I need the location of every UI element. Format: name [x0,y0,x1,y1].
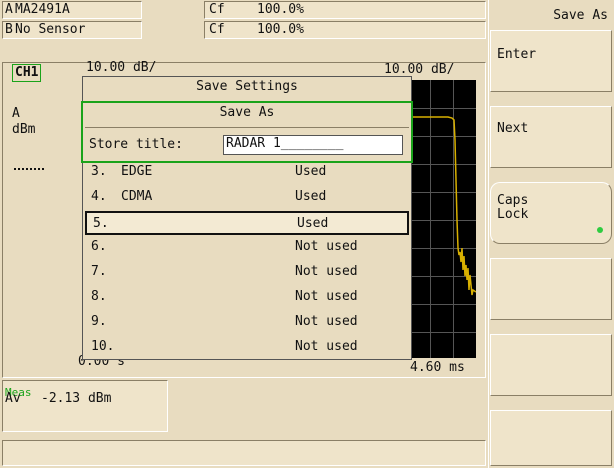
list-item-number: 9. [91,314,107,329]
list-item-name: CDMA [121,189,153,204]
status-bar [2,440,486,466]
save-settings-dialog: Save Settings Save As Store title: RADAR… [81,76,413,360]
sensor-a-letter: A [5,2,13,17]
sensor-b-cell: B No Sensor [2,21,142,39]
enter-softkey[interactable]: Enter [490,30,612,92]
softkey-4[interactable] [490,258,612,320]
list-item[interactable]: 4. CDMA Used [85,186,409,210]
list-item-status: Used [295,189,327,204]
sensor-b-cf-label: Cf [209,22,225,37]
list-item[interactable]: 5. Used [85,211,409,235]
list-item-number: 10. [91,339,115,354]
sensor-b-letter: B [5,22,13,37]
power-trace [408,116,476,296]
sensor-a-cf-cell: Cf 100.0% [204,1,486,19]
save-as-title: Save As [219,105,275,120]
list-item-status: Not used [295,264,358,279]
list-item-status: Not used [295,339,358,354]
list-item-status: Not used [295,239,358,254]
sensor-a-row: A MA2491A Cf 100.0% [2,0,486,20]
sensor-a-name: MA2491A [15,2,70,17]
list-item-status: Used [295,164,327,179]
softkey-title: Save As [553,8,608,23]
list-item-number: 3. [91,164,107,179]
list-item-name: EDGE [121,164,153,179]
dialog-title: Save Settings [196,79,298,94]
sensor-b-row: B No Sensor Cf 100.0% [2,20,486,40]
list-item-number: 5. [93,216,109,231]
list-item-number: 6. [91,239,107,254]
list-item[interactable]: 9. Not used [85,311,409,335]
list-item[interactable]: 8. Not used [85,286,409,310]
list-item-number: 4. [91,189,107,204]
unit-dbm: dBm [12,122,36,137]
softkey-6[interactable] [490,410,612,466]
trace-graph [408,80,476,358]
list-item-number: 7. [91,264,107,279]
sensor-b-name: No Sensor [15,22,86,37]
save-as-divider [85,127,409,128]
caps-lock-label-2: Lock [497,207,529,222]
sensor-a-cf-label: Cf [209,2,225,17]
sensor-b-cf-value: 100.0% [257,22,304,37]
sensor-a-cell: A MA2491A [2,1,142,19]
scale-left: 10.00 dB/ [86,60,157,75]
list-item[interactable]: 10. Not used [85,336,409,360]
next-softkey-label: Next [497,121,529,136]
settings-list: 3. EDGE Used 4. CDMA Used 5. Used 6. Not used 7. No… [85,163,409,359]
time-end: 4.60 ms [410,360,465,375]
measurement-box: Meas Av -2.13 dBm [2,380,168,432]
list-item[interactable]: 6. Not used [85,236,409,260]
softkey-5[interactable] [490,334,612,396]
list-item-status: Used [297,216,329,231]
enter-softkey-label: Enter [497,47,537,62]
list-item-number: 8. [91,289,107,304]
trace-marker-line [14,168,44,170]
save-as-group: Save As Store title: RADAR 1________ [81,101,413,163]
list-item[interactable]: 7. Not used [85,261,409,285]
caps-lock-softkey[interactable]: Caps Lock [490,182,612,244]
store-title-input[interactable]: RADAR 1________ [223,135,403,155]
list-item-status: Not used [295,314,358,329]
unit-channel: A [12,106,20,121]
list-item-status: Not used [295,289,358,304]
list-item[interactable]: 3. EDGE Used [85,161,409,185]
sensor-a-cf-value: 100.0% [257,2,304,17]
caps-lock-led-icon [597,227,603,233]
sensor-b-cf-cell: Cf 100.0% [204,21,486,39]
channel-label[interactable]: CH1 [12,64,42,82]
next-softkey[interactable]: Next [490,106,612,168]
meas-value: -2.13 dBm [41,391,112,406]
store-title-label: Store title: [89,137,183,152]
meas-type: Av [5,391,21,406]
